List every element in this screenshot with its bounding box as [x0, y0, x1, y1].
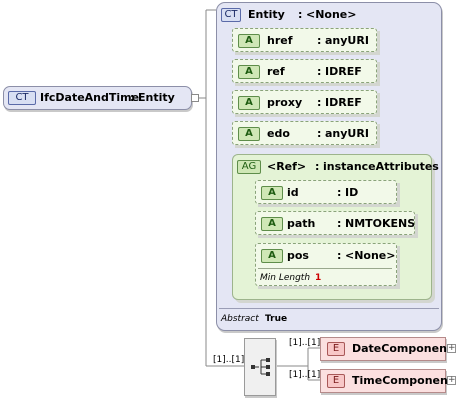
- abstract-label: Abstract: [221, 314, 259, 324]
- sequence-icon: [251, 358, 270, 376]
- attribute-name: id: [287, 186, 299, 199]
- element-time-component[interactable]: E TimeComponent: [320, 369, 453, 393]
- attribute-name: pos: [287, 249, 309, 262]
- attribute-name: href: [267, 34, 293, 47]
- attribute-separator: :: [317, 96, 322, 109]
- element-multiplicity: [1]..[1]: [289, 370, 321, 380]
- attribute-separator: :: [337, 249, 342, 262]
- attribute-tag-icon: A: [238, 65, 260, 79]
- root-separator: :: [130, 91, 135, 104]
- facet-divider: [258, 268, 392, 269]
- attribute-separator: :: [317, 127, 322, 140]
- attribute-type: IDREF: [325, 65, 362, 78]
- entity-separator: :: [298, 8, 303, 21]
- root-connector-box: [191, 94, 199, 102]
- element-multiplicity: [1]..[1]: [289, 338, 321, 348]
- attribute-tag-icon: A: [261, 217, 283, 231]
- attribute-type: IDREF: [325, 96, 362, 109]
- attribute-tag-icon: A: [261, 186, 283, 200]
- attribute-name: proxy: [267, 96, 303, 109]
- abstract-value: True: [265, 314, 288, 324]
- element-tag-icon: E: [327, 342, 345, 356]
- entity-name: Entity: [248, 8, 285, 21]
- attribute-tag-icon: A: [238, 34, 260, 48]
- complex-type-tag-icon: CT: [221, 8, 241, 22]
- attribute-type: anyURI: [325, 34, 369, 47]
- attribute-pos[interactable]: A pos : <None> Min Length 1: [255, 243, 397, 286]
- attribute-id[interactable]: A id : ID: [255, 180, 397, 204]
- attribute-href[interactable]: A href : anyURI: [232, 28, 377, 52]
- attribute-edo[interactable]: A edo : anyURI: [232, 121, 377, 145]
- attribute-separator: :: [317, 34, 322, 47]
- root-type: Entity: [138, 91, 175, 104]
- expand-plus-icon[interactable]: +: [447, 344, 456, 353]
- root-name: IfcDateAndTime: [40, 91, 140, 104]
- element-name: DateComponent: [352, 342, 453, 355]
- expand-plus-icon[interactable]: +: [447, 376, 456, 385]
- attribute-separator: :: [317, 65, 322, 78]
- element-name: TimeComponent: [352, 374, 454, 387]
- attribute-path[interactable]: A path : NMTOKENS: [255, 211, 415, 235]
- root-complex-type[interactable]: CT IfcDateAndTime : Entity: [3, 86, 192, 110]
- sequence-multiplicity: [1]..[1]: [213, 355, 245, 365]
- group-separator: :: [315, 160, 320, 173]
- attribute-separator: :: [337, 186, 342, 199]
- attribute-separator: :: [337, 217, 342, 230]
- group-type: instanceAttributes: [323, 160, 439, 173]
- attribute-group-tag-icon: AG: [237, 160, 261, 174]
- element-tag-icon: E: [327, 374, 345, 388]
- attribute-name: edo: [267, 127, 290, 140]
- attribute-tag-icon: A: [261, 249, 283, 263]
- attribute-type: NMTOKENS: [345, 217, 416, 230]
- attribute-tag-icon: A: [238, 96, 260, 110]
- attribute-ref[interactable]: A ref : IDREF: [232, 59, 377, 83]
- facet-value: 1: [315, 273, 322, 283]
- entity-type: <None>: [306, 8, 357, 21]
- sequence-compositor[interactable]: [244, 338, 276, 396]
- attribute-type: <None>: [345, 249, 396, 262]
- element-date-component[interactable]: E DateComponent: [320, 337, 452, 361]
- attribute-tag-icon: A: [238, 127, 260, 141]
- attribute-proxy[interactable]: A proxy : IDREF: [232, 90, 377, 114]
- complex-type-tag-icon: CT: [8, 91, 36, 105]
- attribute-type: ID: [345, 186, 359, 199]
- entity-divider: [219, 308, 439, 309]
- attribute-type: anyURI: [325, 127, 369, 140]
- group-name: <Ref>: [267, 160, 307, 173]
- attribute-name: path: [287, 217, 316, 230]
- facet-label: Min Length: [260, 273, 311, 283]
- attribute-name: ref: [267, 65, 285, 78]
